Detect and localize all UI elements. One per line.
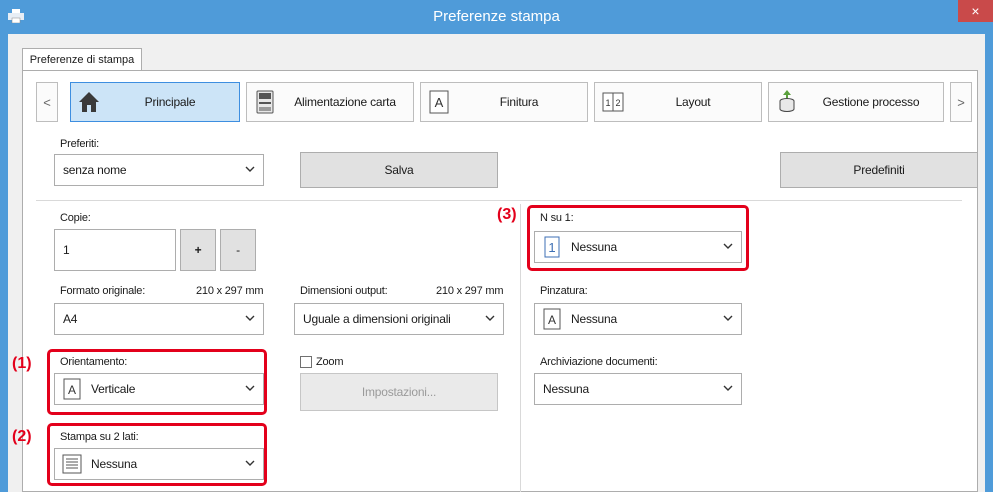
stapling-value: Nessuna bbox=[571, 312, 617, 326]
chevron-down-icon bbox=[245, 166, 255, 172]
zoom-settings-button[interactable]: Impostazioni... bbox=[300, 373, 498, 411]
callout-box-1 bbox=[47, 349, 267, 415]
stapling-icon-glyph: A bbox=[548, 313, 556, 327]
original-size-label: Formato originale: bbox=[60, 285, 146, 297]
original-size-dimensions: 210 x 297 mm bbox=[196, 285, 264, 297]
callout-label-1: (1) bbox=[12, 355, 32, 372]
section-divider bbox=[36, 200, 962, 201]
finishing-icon: A bbox=[429, 90, 449, 114]
callout-label-2: (2) bbox=[12, 428, 32, 445]
callout-box-2 bbox=[47, 423, 267, 486]
nav-item-gestione-processo[interactable]: Gestione processo bbox=[768, 82, 944, 122]
stapling-page-icon: A bbox=[543, 308, 561, 330]
nav-item-finitura[interactable]: A Finitura bbox=[420, 82, 588, 122]
nav-item-label: Principale bbox=[144, 95, 196, 109]
svg-text:1: 1 bbox=[605, 98, 610, 108]
original-size-select[interactable]: A4 bbox=[54, 303, 264, 335]
callout-label-3: (3) bbox=[497, 206, 517, 223]
document-filing-select[interactable]: Nessuna bbox=[534, 373, 742, 405]
nav-item-alimentazione-carta[interactable]: Alimentazione carta bbox=[246, 82, 414, 122]
chevron-down-icon bbox=[245, 315, 255, 321]
defaults-button[interactable]: Predefiniti bbox=[780, 152, 978, 188]
copies-decrement-button[interactable]: - bbox=[220, 229, 256, 271]
chevron-down-icon bbox=[723, 385, 733, 391]
nav-item-layout[interactable]: 1 2 Layout bbox=[594, 82, 762, 122]
zoom-checkbox[interactable] bbox=[300, 356, 312, 368]
close-button[interactable]: × bbox=[958, 0, 993, 22]
tab-preferenze-di-stampa[interactable]: Preferenze di stampa bbox=[22, 48, 142, 71]
stapling-label: Pinzatura: bbox=[540, 285, 588, 297]
nav-item-label: Alimentazione carta bbox=[294, 95, 396, 109]
nav-item-label: Gestione processo bbox=[822, 95, 920, 109]
nav-item-label: Finitura bbox=[499, 95, 539, 109]
favorites-value: senza nome bbox=[63, 163, 127, 177]
svg-text:2: 2 bbox=[615, 98, 620, 108]
output-size-select[interactable]: Uguale a dimensioni originali bbox=[294, 303, 504, 335]
nav-item-label: Layout bbox=[675, 95, 711, 109]
nav-prev-button[interactable]: < bbox=[36, 82, 58, 122]
document-filing-value: Nessuna bbox=[543, 382, 589, 396]
output-size-label: Dimensioni output: bbox=[300, 285, 388, 297]
home-icon bbox=[79, 92, 99, 112]
paper-tray-icon bbox=[256, 90, 274, 114]
column-divider bbox=[520, 204, 521, 492]
copies-increment-button[interactable]: + bbox=[180, 229, 216, 271]
nav-item-principale[interactable]: Principale bbox=[70, 82, 240, 122]
nav-next-button[interactable]: > bbox=[950, 82, 972, 122]
original-size-value: A4 bbox=[63, 312, 78, 326]
window-frame-right bbox=[985, 34, 993, 492]
favorites-select[interactable]: senza nome bbox=[54, 154, 264, 186]
stapling-select[interactable]: A Nessuna bbox=[534, 303, 742, 335]
copies-value: 1 bbox=[63, 243, 70, 257]
copies-label: Copie: bbox=[60, 212, 91, 224]
chevron-down-icon bbox=[485, 315, 495, 321]
window-frame-left bbox=[0, 34, 8, 492]
chevron-down-icon bbox=[723, 315, 733, 321]
window-title: Preferenze stampa bbox=[433, 8, 560, 25]
output-size-dimensions: 210 x 297 mm bbox=[436, 285, 504, 297]
callout-box-3 bbox=[527, 205, 749, 271]
svg-text:A: A bbox=[435, 95, 444, 110]
layout-icon: 1 2 bbox=[602, 92, 624, 112]
favorites-label: Preferiti: bbox=[60, 138, 99, 150]
document-filing-label: Archiviazione documenti: bbox=[540, 356, 658, 368]
save-button[interactable]: Salva bbox=[300, 152, 498, 188]
copies-input[interactable]: 1 bbox=[54, 229, 176, 271]
job-handling-icon bbox=[779, 90, 795, 112]
output-size-value: Uguale a dimensioni originali bbox=[303, 312, 451, 326]
zoom-label: Zoom bbox=[316, 356, 344, 368]
